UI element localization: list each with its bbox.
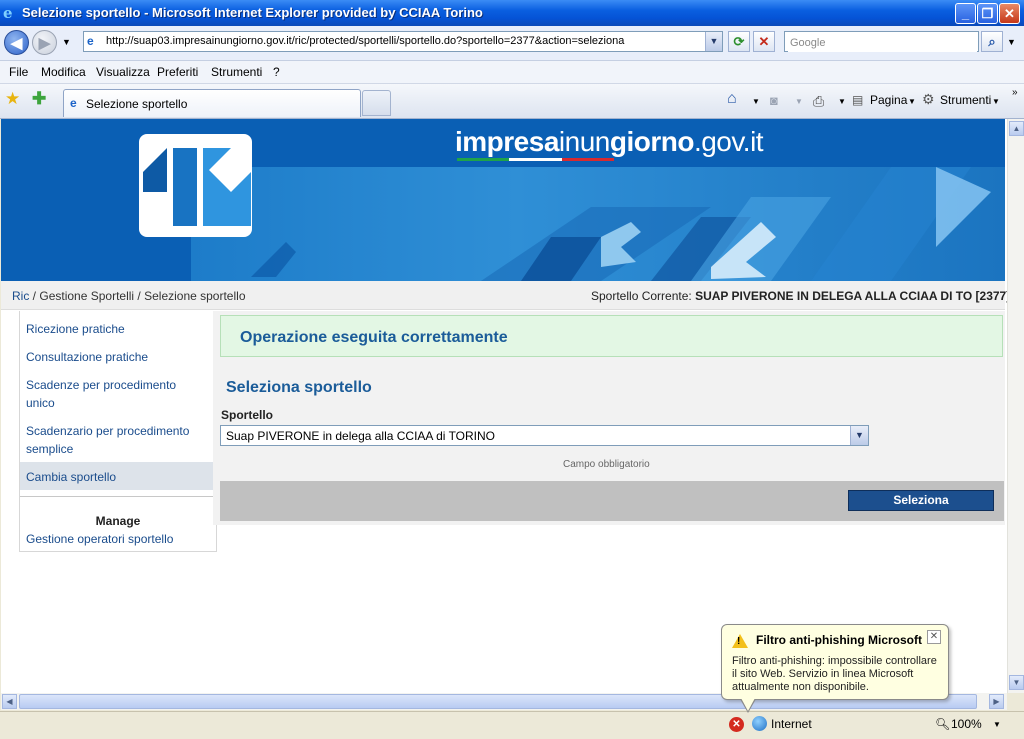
breadcrumb-bar: Ric / Gestione Sportelli / Selezione spo… <box>1 281 1007 310</box>
sportello-field-label: Sportello <box>221 408 274 422</box>
search-icon[interactable]: ⌕ <box>981 31 1003 52</box>
tab-selezione-sportello[interactable]: e Selezione sportello <box>63 89 361 117</box>
menu-strumenti[interactable]: Strumenti <box>211 65 262 79</box>
breadcrumb-root-link[interactable]: Ric <box>12 289 29 303</box>
zoom-level[interactable]: 100% <box>951 717 982 731</box>
home-icon[interactable]: ⌂ <box>727 90 737 108</box>
sportello-select-value: Suap PIVERONE in delega alla CCIAA di TO… <box>226 429 496 443</box>
breadcrumb: Ric / Gestione Sportelli / Selezione spo… <box>12 289 246 303</box>
page-icon: e <box>70 96 77 110</box>
tab-label: Selezione sportello <box>86 97 188 111</box>
window-title-bar[interactable]: e Selezione sportello - Microsoft Intern… <box>0 0 1024 26</box>
warning-icon-mark: ! <box>737 636 741 647</box>
logo-arrows-icon <box>143 148 251 226</box>
menu-bar <box>0 61 1024 84</box>
sidebar-item-consultazione-pratiche[interactable]: Consultazione pratiche <box>26 348 196 366</box>
page-content: impresainungiorno.gov.it Ric / Gestione … <box>1 119 1007 693</box>
sidebar-item-ricezione-pratiche[interactable]: Ricezione pratiche <box>26 320 196 338</box>
scroll-up-icon[interactable]: ▲ <box>1009 121 1024 136</box>
balloon-tail-fill <box>741 698 755 711</box>
search-options-icon[interactable]: ▼ <box>1007 37 1016 47</box>
feeds-dropdown-icon[interactable]: ▼ <box>795 97 803 106</box>
search-input[interactable] <box>788 33 977 52</box>
chevron-down-icon[interactable]: ▼ <box>850 426 868 445</box>
scroll-right-icon[interactable]: ▶ <box>989 694 1004 709</box>
new-tab-button[interactable] <box>362 90 391 116</box>
banner-arrows-graphic <box>251 167 991 281</box>
site-logo[interactable] <box>139 134 252 237</box>
zone-label[interactable]: Internet <box>771 717 812 731</box>
required-note: Campo obbligatorio <box>563 459 650 470</box>
add-favorite-icon[interactable]: ✚ <box>32 89 46 109</box>
page-menu-label[interactable]: Pagina <box>870 93 907 107</box>
italian-flag-underline <box>457 158 614 161</box>
section-title: Seleziona sportello <box>226 379 372 396</box>
tools-menu-label[interactable]: Strumenti <box>940 93 991 107</box>
address-input[interactable]: e http://suap03.impresainungiorno.gov.it… <box>83 31 723 52</box>
back-button[interactable]: ◀ <box>4 30 29 55</box>
globe-icon <box>752 716 767 731</box>
print-dropdown-icon[interactable]: ▼ <box>838 97 846 106</box>
gear-icon[interactable]: ⚙ <box>922 91 935 108</box>
scroll-left-icon[interactable]: ◀ <box>2 694 17 709</box>
zoom-dropdown-icon[interactable]: ▼ <box>993 720 1001 729</box>
address-text: http://suap03.impresainungiorno.gov.it/r… <box>106 35 625 47</box>
search-field[interactable] <box>784 31 979 52</box>
site-banner: impresainungiorno.gov.it <box>1 119 1005 281</box>
phishing-filter-balloon[interactable]: ! Filtro anti-phishing Microsoft ✕ Filtr… <box>721 624 949 713</box>
minimize-button[interactable]: _ <box>955 3 976 24</box>
zoom-icon[interactable]: 🔍︎ <box>935 717 950 731</box>
page-icon: e <box>87 34 94 48</box>
menu-help[interactable]: ? <box>273 65 280 79</box>
sportello-select[interactable]: Suap PIVERONE in delega alla CCIAA di TO… <box>220 425 869 446</box>
tools-dropdown-icon[interactable]: ▼ <box>992 97 1000 106</box>
menu-modifica[interactable]: Modifica <box>41 65 86 79</box>
sidebar-item-cambia-sportello[interactable]: Cambia sportello <box>26 468 196 486</box>
site-name: impresainungiorno.gov.it <box>455 126 764 157</box>
menu-file[interactable]: File <box>9 65 28 79</box>
sidebar-nav: Ricezione pratiche Consultazione pratich… <box>19 311 217 552</box>
phishing-warning-icon[interactable]: ✕ <box>729 717 744 732</box>
manage-header: Manage <box>95 514 141 528</box>
scroll-down-icon[interactable]: ▼ <box>1009 675 1024 690</box>
sidebar-item-scadenzario[interactable]: Scadenzario per procedimento semplice <box>26 422 206 458</box>
feeds-icon[interactable]: ◙ <box>770 93 778 108</box>
sidebar-divider <box>20 496 216 497</box>
page-menu-icon[interactable]: ▤ <box>852 93 863 107</box>
balloon-title: Filtro anti-phishing Microsoft <box>756 633 922 647</box>
menu-preferiti[interactable]: Preferiti <box>157 65 198 79</box>
current-sportello-label: Sportello Corrente: <box>591 289 692 303</box>
seleziona-button[interactable]: Seleziona <box>848 490 994 511</box>
sidebar-item-gestione-operatori[interactable]: Gestione operatori sportello <box>26 530 196 548</box>
balloon-close-icon[interactable]: ✕ <box>927 630 941 644</box>
address-dropdown-icon[interactable]: ▼ <box>705 32 722 51</box>
ie-icon: e <box>3 4 13 22</box>
menu-visualizza[interactable]: Visualizza <box>96 65 150 79</box>
stop-button[interactable]: ✕ <box>753 31 775 52</box>
forward-button[interactable]: ▶ <box>32 30 57 55</box>
toolbar-overflow-icon[interactable]: » <box>1012 87 1018 98</box>
close-window-button[interactable]: ✕ <box>999 3 1020 24</box>
breadcrumb-level2: Selezione sportello <box>144 289 246 303</box>
status-bar <box>0 711 1024 739</box>
refresh-button[interactable]: ⟳ <box>728 31 750 52</box>
breadcrumb-level1[interactable]: Gestione Sportelli <box>39 289 134 303</box>
balloon-body: Filtro anti-phishing: impossibile contro… <box>732 655 937 693</box>
history-dropdown-icon[interactable]: ▼ <box>62 37 71 47</box>
print-icon[interactable]: ⎙ <box>813 93 824 110</box>
success-message: Operazione eseguita correttamente <box>240 329 508 346</box>
sidebar-item-scadenze[interactable]: Scadenze per procedimento unico <box>26 376 186 412</box>
success-message-box: Operazione eseguita correttamente <box>220 315 1003 357</box>
maximize-button[interactable]: ❐ <box>977 3 998 24</box>
favorites-star-icon[interactable]: ★ <box>5 89 20 109</box>
vertical-scrollbar[interactable]: ▲ ▼ <box>1007 119 1024 693</box>
current-sportello-value: SUAP PIVERONE IN DELEGA ALLA CCIAA DI TO… <box>695 289 1007 303</box>
home-dropdown-icon[interactable]: ▼ <box>752 97 760 106</box>
current-sportello: Sportello Corrente: SUAP PIVERONE IN DEL… <box>591 289 1007 303</box>
page-dropdown-icon[interactable]: ▼ <box>908 97 916 106</box>
window-title: Selezione sportello - Microsoft Internet… <box>22 5 483 20</box>
